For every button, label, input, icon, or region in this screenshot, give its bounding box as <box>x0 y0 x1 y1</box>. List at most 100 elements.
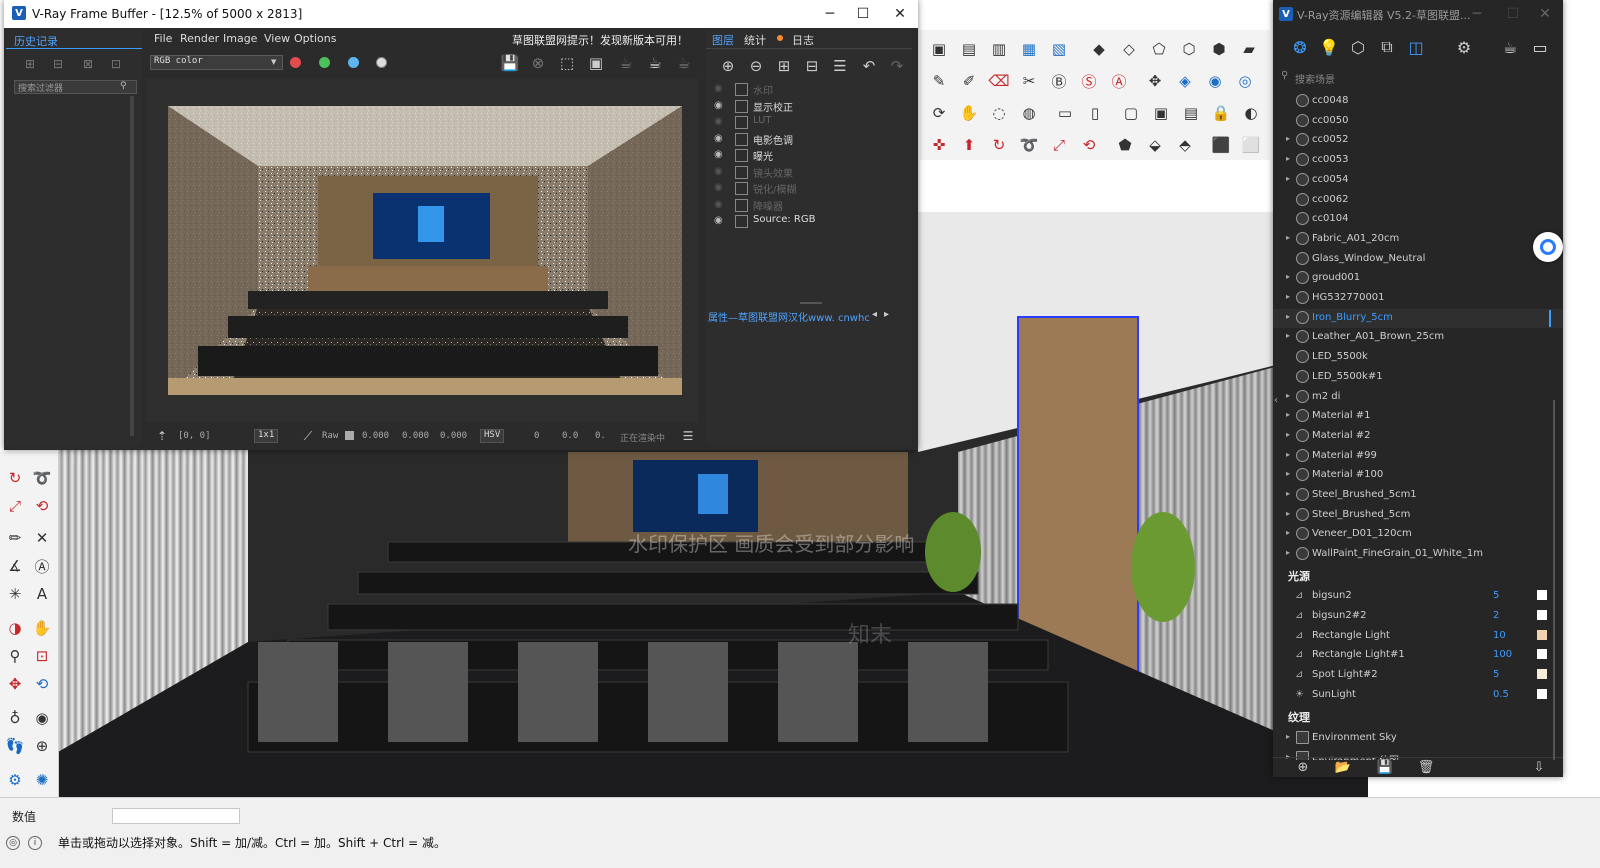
open-file-icon[interactable]: 📂 <box>1331 755 1355 779</box>
render-start-icon[interactable]: ☕ <box>672 51 696 75</box>
expand-caret-icon[interactable]: ▸ <box>1286 548 1290 557</box>
geometry-icon[interactable]: ⬡ <box>1347 36 1369 58</box>
material-item[interactable]: ▸ Material #100 <box>1273 466 1563 485</box>
redo-icon[interactable]: ↷ <box>885 54 909 78</box>
channel-select[interactable]: RGB color <box>150 55 283 70</box>
material-item[interactable]: ▸ Fabric_A01_20cm <box>1273 230 1563 249</box>
group-icon[interactable]: ◉ <box>1202 68 1228 94</box>
panel-splitter[interactable] <box>800 302 822 304</box>
render-interactive-icon[interactable]: ☕ <box>614 51 638 75</box>
collapse-panel-icon[interactable]: ‹ <box>1274 395 1278 406</box>
warehouse-icon[interactable]: ⬛ <box>1208 132 1234 158</box>
section-display-icon[interactable]: ▯ <box>1082 100 1108 126</box>
follow-tool-icon[interactable]: ➰ <box>30 466 54 490</box>
layer-visibility-icon[interactable]: ◉ <box>714 133 723 144</box>
undo-icon[interactable]: ↶ <box>857 54 881 78</box>
clear-image-icon[interactable]: ⊗ <box>526 51 550 75</box>
layer-row[interactable]: ◉ 显示校正 <box>706 98 912 114</box>
plugin-su-icon[interactable]: Ⓢ <box>1076 68 1102 94</box>
style-xray-icon[interactable]: ◆ <box>1086 36 1112 62</box>
history-delete-icon[interactable]: ⊡ <box>104 52 128 76</box>
layer-row[interactable]: ◉ Source: RGB <box>706 213 912 229</box>
look-icon[interactable]: ◍ <box>1016 100 1042 126</box>
green-channel-button[interactable] <box>319 57 330 68</box>
expand-caret-icon[interactable]: ▸ <box>1286 134 1290 143</box>
expand-caret-icon[interactable]: ▸ <box>1286 154 1290 163</box>
color-mode-select[interactable]: HSV <box>480 429 505 443</box>
look-around-icon[interactable]: ◉ <box>30 706 54 730</box>
dimension-icon[interactable]: ✕ <box>30 526 54 550</box>
expand-caret-icon[interactable]: ▸ <box>1286 410 1290 419</box>
material-item[interactable]: ▸ Steel_Brushed_5cm1 <box>1273 486 1563 505</box>
layer-visibility-icon[interactable]: ◉ <box>714 100 723 111</box>
close-button[interactable]: ✕ <box>886 4 914 24</box>
expand-caret-icon[interactable]: ▸ <box>1286 528 1290 537</box>
layer-visibility-icon[interactable]: ◉ <box>714 83 723 94</box>
add-layer-icon[interactable]: ⊕ <box>716 54 740 78</box>
log-icon[interactable]: ☰ <box>676 424 700 448</box>
history-load-icon[interactable]: ⊠ <box>76 52 100 76</box>
camera-back-icon[interactable]: ▧ <box>1046 36 1072 62</box>
history-tab[interactable]: 历史记录 <box>14 33 58 49</box>
material-item[interactable]: Glass_Window_Neutral <box>1273 250 1563 269</box>
color-picker-icon[interactable]: ⟋ <box>296 424 320 448</box>
tab-layers[interactable]: 图层 <box>712 32 734 48</box>
light-intensity[interactable]: 2 <box>1493 610 1499 621</box>
value-input[interactable] <box>112 808 240 824</box>
material-item[interactable]: ▸ Material #99 <box>1273 447 1563 466</box>
layer-visibility-icon[interactable]: ◉ <box>714 199 723 210</box>
extension-icon[interactable]: ⬜ <box>1238 132 1264 158</box>
delete-icon[interactable]: 🗑 <box>1414 755 1438 779</box>
expand-caret-icon[interactable]: ▸ <box>1286 312 1290 321</box>
plugin-app-icon[interactable]: Ⓐ <box>1106 68 1132 94</box>
layer-visibility-icon[interactable]: ◉ <box>714 149 723 160</box>
props-prev-icon[interactable]: ◂ <box>872 309 877 320</box>
material-item[interactable]: LED_5500k#1 <box>1273 368 1563 387</box>
region-render-icon[interactable]: ⬚ <box>555 51 579 75</box>
tab-log[interactable]: 日志 <box>792 32 814 48</box>
light-color-swatch[interactable] <box>1537 609 1547 620</box>
material-item[interactable]: cc0050 <box>1273 112 1563 131</box>
expand-caret-icon[interactable]: ▸ <box>1286 292 1290 301</box>
shadow-icon[interactable]: ◐ <box>1238 100 1264 126</box>
layer-row[interactable]: ◉ 镜头效果 <box>706 164 912 180</box>
minimize-button[interactable]: ─ <box>816 4 844 24</box>
light-item[interactable]: ⊿ bigsun2#2 2 <box>1273 607 1563 626</box>
light-color-swatch[interactable] <box>1537 689 1547 699</box>
section-tool-icon[interactable]: ⊕ <box>30 734 54 758</box>
light-item[interactable]: ⊿ bigsun2 5 <box>1273 587 1563 606</box>
vfb-titlebar[interactable]: V V-Ray Frame Buffer - [12.5% of 5000 x … <box>4 0 918 28</box>
light-item[interactable]: ⊿ Rectangle Light 10 <box>1273 627 1563 646</box>
expand-caret-icon[interactable]: ▸ <box>1286 509 1290 518</box>
expand-caret-icon[interactable]: ▸ <box>1286 469 1290 478</box>
walk-tool-icon[interactable]: 👣 <box>3 734 27 758</box>
rotate-tool-icon[interactable]: ↻ <box>3 466 27 490</box>
ae-maximize-button[interactable]: ☐ <box>1499 4 1527 24</box>
layer-visibility-icon[interactable]: ◉ <box>714 182 723 193</box>
floating-helper-button[interactable] <box>1533 232 1563 262</box>
sandbox-icon[interactable]: ⬘ <box>1172 132 1198 158</box>
red-channel-button[interactable] <box>290 57 301 68</box>
layer-row[interactable]: ◉ LUT <box>706 114 912 130</box>
expand-caret-icon[interactable]: ▸ <box>1286 331 1290 340</box>
track-mouse-icon[interactable]: ▣ <box>584 51 608 75</box>
3d-text-icon[interactable]: A <box>30 582 54 606</box>
style-hidden-icon[interactable]: ⬠ <box>1146 36 1172 62</box>
orbit-icon[interactable]: ⟳ <box>926 100 952 126</box>
light-item[interactable]: ☀ SunLight 0.5 <box>1273 686 1563 705</box>
previous-view-icon[interactable]: ⟲ <box>30 672 54 696</box>
tab-stats[interactable]: 统计 <box>744 32 766 48</box>
layer-visibility-icon[interactable]: ◉ <box>714 166 723 177</box>
textures-icon[interactable]: ⧉ <box>1376 36 1398 58</box>
style-shaded-icon[interactable]: ⬡ <box>1176 36 1202 62</box>
render-elements-icon[interactable]: ◫ <box>1405 36 1427 58</box>
remove-layer-icon[interactable]: ⊖ <box>744 54 768 78</box>
update-notice[interactable]: 草图联盟网提示！发现新版本可用！ <box>512 32 688 48</box>
history-ab-icon[interactable]: ⊟ <box>46 52 70 76</box>
menu-file[interactable]: File <box>154 32 172 45</box>
layer-row[interactable]: ◉ 电影色调 <box>706 131 912 147</box>
save-layers-icon[interactable]: ⊞ <box>772 54 796 78</box>
menu-render[interactable]: Render <box>180 32 219 45</box>
menu-image[interactable]: Image <box>223 32 257 45</box>
push-pull-icon[interactable]: ⬆ <box>956 132 982 158</box>
